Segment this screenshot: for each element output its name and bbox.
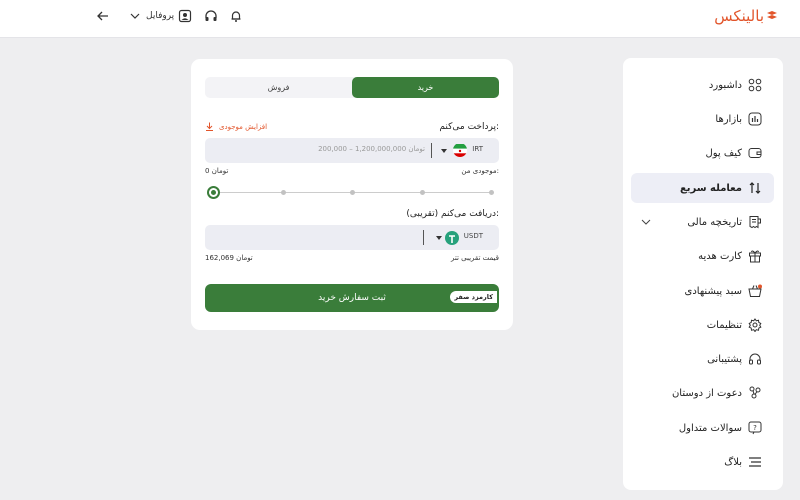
wallet-icon: [748, 148, 762, 158]
pay-amount-placeholder: 200,000 – 1,200,000,000 تومان: [318, 145, 425, 153]
user-avatar-icon: [179, 9, 192, 23]
sidebar-item-label: دعوت از دوستان: [671, 387, 742, 399]
slider-step-100[interactable]: [489, 190, 494, 195]
receive-currency-code: USDT: [463, 232, 483, 240]
sidebar-item-label: بازارها: [715, 113, 742, 125]
swap-arrows-icon: [749, 182, 761, 194]
back-arrow-icon[interactable]: [96, 9, 110, 23]
chevron-down-icon[interactable]: [641, 217, 651, 227]
sidebar-item-markets[interactable]: بازارها: [631, 104, 774, 134]
sidebar-item-label: سوالات متداول: [678, 422, 742, 434]
bell-icon[interactable]: [229, 9, 243, 23]
tether-price-value: 162,069 تومان: [205, 254, 253, 262]
sidebar-item-dashboard[interactable]: داشبورد: [631, 70, 774, 100]
receive-currency-dropdown-icon[interactable]: [436, 236, 442, 240]
pay-amount-field[interactable]: IRT 200,000 – 1,200,000,000 تومان: [205, 138, 499, 163]
gear-icon: [748, 318, 762, 332]
amount-slider-thumb[interactable]: [207, 186, 220, 199]
tab-buy[interactable]: خرید: [352, 77, 499, 98]
increase-balance-link[interactable]: افزایش موجودی: [205, 122, 267, 131]
sidebar-item-financial-history[interactable]: تاریخچه مالی: [631, 207, 774, 237]
sidebar-item-quick-trade[interactable]: معامله سریع: [631, 173, 774, 203]
logo-mark-icon: [767, 11, 777, 19]
iran-flag-icon: [453, 143, 467, 157]
sidebar-item-wallet[interactable]: کیف پول: [631, 138, 774, 168]
trade-tabs: فروش خرید: [205, 77, 499, 98]
invite-icon: [749, 386, 761, 399]
field-separator: [423, 230, 424, 245]
top-header: بالینکس پروفایل: [0, 0, 800, 38]
balance-value: 0 تومان: [205, 167, 229, 175]
headset-icon: [749, 353, 761, 365]
sidebar-item-label: تاریخچه مالی: [687, 216, 742, 228]
sidebar-item-settings[interactable]: تنظیمات: [631, 310, 774, 340]
basket-icon: [748, 284, 762, 297]
pay-label: پرداخت می‌کنم:: [439, 122, 499, 132]
zero-fee-badge: کارمزد صفر: [450, 291, 497, 303]
chevron-down-icon: [130, 13, 140, 19]
sidebar-item-gift-card[interactable]: کارت هدیه: [631, 241, 774, 271]
headset-icon[interactable]: [204, 9, 218, 23]
pay-currency-dropdown-icon[interactable]: [441, 149, 447, 153]
sidebar-item-label: داشبورد: [708, 79, 742, 91]
sidebar-item-support[interactable]: پشتیبانی: [631, 344, 774, 374]
tab-sell[interactable]: فروش: [205, 77, 352, 98]
receive-label: دریافت می‌کنم (تقریبی):: [406, 209, 499, 219]
receive-amount-field[interactable]: USDT: [205, 225, 499, 250]
sidebar-item-label: معامله سریع: [679, 182, 742, 194]
sidebar-item-blog[interactable]: بلاگ: [631, 447, 774, 477]
quick-trade-card: فروش خرید پرداخت می‌کنم: افزایش موجودی I…: [191, 59, 513, 330]
sidebar-item-suggested-basket[interactable]: سبد پیشنهادی: [631, 276, 774, 306]
field-separator: [431, 143, 432, 158]
logo[interactable]: بالینکس: [714, 7, 778, 25]
increase-balance-label: افزایش موجودی: [219, 122, 268, 131]
balance-label: موجودی من:: [461, 167, 499, 175]
slider-step-75[interactable]: [420, 190, 425, 195]
sidebar-item-label: کارت هدیه: [698, 250, 742, 262]
gift-icon: [749, 250, 761, 263]
logo-text: بالینکس: [714, 7, 764, 25]
pay-currency-code: IRT: [472, 145, 483, 153]
sidebar-item-label: تنظیمات: [706, 319, 742, 331]
submit-buy-order-button[interactable]: ثبت سفارش خرید کارمزد صفر: [205, 284, 499, 312]
dashboard-icon: [748, 78, 762, 92]
download-icon: [206, 122, 213, 131]
tether-price-label: قیمت تقریبی تتر: [451, 254, 499, 262]
tether-icon: [445, 231, 459, 245]
submit-button-label: ثبت سفارش خرید: [318, 293, 386, 303]
svg-text:?: ?: [753, 424, 757, 432]
sidebar-item-label: سبد پیشنهادی: [684, 285, 743, 297]
profile-menu[interactable]: پروفایل: [128, 9, 192, 23]
profile-label: پروفایل: [146, 11, 175, 21]
sidebar-item-label: کیف پول: [705, 147, 742, 159]
sidebar: داشبورد بازارها کیف پول معامله سریع تاری…: [623, 58, 783, 490]
faq-icon: ?: [748, 421, 762, 435]
sidebar-item-faq[interactable]: سوالات متداول ?: [631, 413, 774, 443]
markets-icon: [748, 112, 762, 126]
sidebar-item-invite-friends[interactable]: دعوت از دوستان: [631, 378, 774, 408]
slider-step-25[interactable]: [281, 190, 286, 195]
sidebar-item-label: پشتیبانی: [707, 353, 742, 365]
blog-icon: [749, 457, 761, 467]
slider-step-50[interactable]: [350, 190, 355, 195]
sidebar-item-label: بلاگ: [724, 456, 742, 468]
history-icon: [749, 216, 761, 229]
